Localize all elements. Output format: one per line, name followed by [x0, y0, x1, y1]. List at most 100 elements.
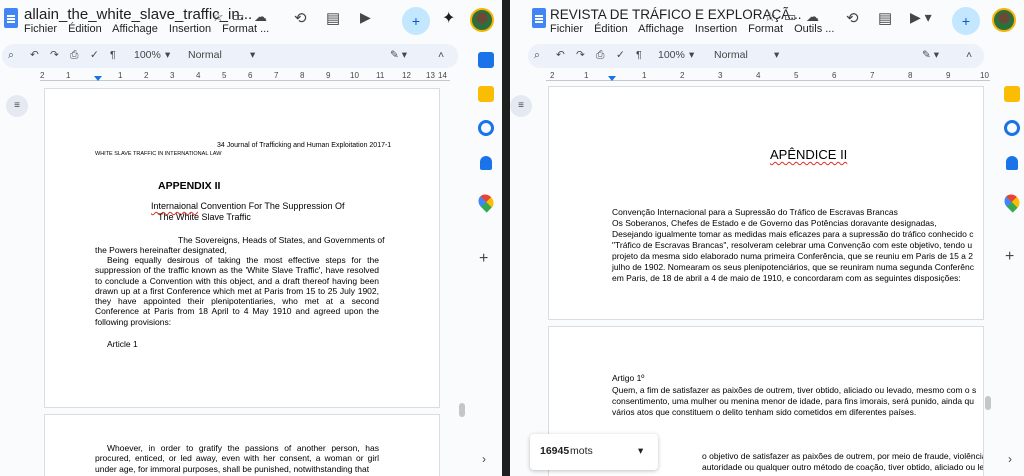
chevron-down-icon: ▾ — [165, 49, 171, 61]
expand-panel-icon[interactable]: › — [482, 452, 486, 466]
menu-fichier[interactable]: Fichier — [24, 23, 57, 35]
tasks-icon[interactable] — [1004, 120, 1020, 136]
paragraph-line: o objetivo de satisfazer as paixões de o… — [702, 451, 983, 461]
paragraph-line: The Sovereigns, Heads of States, and Gov… — [178, 235, 385, 245]
word-count-value: 16945 — [540, 445, 570, 457]
menu-affichage[interactable]: Affichage — [112, 23, 158, 35]
share-button[interactable]: + — [952, 7, 980, 35]
menu-edition[interactable]: Édition — [68, 23, 102, 35]
paragraph-line: Os Soberanos, Chefes de Estado e de Gove… — [612, 218, 937, 228]
docs-logo-icon[interactable] — [532, 8, 546, 28]
page-header-right: 34 Journal of Trafficking and Human Expl… — [217, 142, 392, 149]
outline-button[interactable]: ≡ — [6, 95, 28, 117]
collapse-toolbar-icon[interactable]: ˄ — [966, 49, 972, 61]
paint-format-icon[interactable]: ¶ — [636, 49, 642, 61]
print-icon[interactable]: ⎙ — [70, 49, 78, 62]
paragraph-line: vários atos que constituem o delito tenh… — [612, 407, 917, 417]
redo-icon[interactable]: ↷ — [576, 49, 585, 61]
contacts-icon[interactable] — [480, 156, 492, 170]
right-window: REVISTA DE TRÁFICO E EXPLORAÇÃ... ☆ ▭ ☁ … — [510, 0, 1024, 476]
outline-button[interactable]: ≡ — [510, 95, 532, 117]
left-toolbar: ⌕ ↶ ↷ ⎙ ✓ ¶ 100% ▾ Normal ▾ ✎ ▾ ˄ — [2, 44, 458, 68]
ruler[interactable]: 2 1 1 2 3 4 5 6 7 8 9 10 11 12 13 14 — [40, 71, 450, 82]
style-select[interactable]: Normal — [188, 49, 222, 61]
keep-icon[interactable] — [1004, 86, 1020, 102]
add-icon[interactable]: + — [479, 250, 488, 268]
docs-logo-icon[interactable] — [4, 8, 18, 28]
ruler[interactable]: 2 1 1 2 3 4 5 6 7 8 9 10 — [546, 71, 990, 82]
avatar[interactable] — [992, 8, 1016, 32]
menu-insertion[interactable]: Insertion — [169, 23, 211, 35]
paint-format-icon[interactable]: ¶ — [110, 49, 116, 61]
history-icon[interactable]: ⟲ — [846, 9, 859, 27]
meet-icon[interactable]: ▶ — [360, 9, 371, 26]
right-toolbar: ⌕ ↶ ↷ ⎙ ✓ ¶ 100% ▾ Normal ▾ ✎ ▾ ˄ — [528, 44, 984, 68]
chevron-down-icon: ▾ — [774, 49, 780, 61]
word-count-widget[interactable]: 16945 mots ▾ — [530, 434, 658, 470]
page[interactable]: Whoever, in order to gratify the passion… — [44, 414, 440, 476]
indent-marker-icon[interactable] — [608, 76, 616, 81]
tasks-icon[interactable] — [478, 120, 494, 136]
menu-fichier[interactable]: Fichier — [550, 23, 583, 35]
comment-icon[interactable]: ▤ — [878, 9, 892, 27]
zoom-select[interactable]: 100% — [658, 49, 685, 61]
paragraph-line: Convenção Internacional para a Supressão… — [612, 207, 898, 217]
contacts-icon[interactable] — [1006, 156, 1018, 170]
history-icon[interactable]: ⟲ — [294, 9, 307, 27]
print-icon[interactable]: ⎙ — [596, 49, 604, 62]
chevron-down-icon: ▾ — [250, 49, 256, 61]
convention-title-line2: The White Slave Traffic — [158, 212, 251, 222]
indent-marker-icon[interactable] — [94, 76, 102, 81]
collapse-toolbar-icon[interactable]: ˄ — [438, 49, 444, 61]
paragraph: Being equally desirous of taking the mos… — [95, 255, 379, 327]
calendar-icon[interactable] — [478, 52, 494, 68]
appendix-heading: APPENDIX II — [158, 180, 221, 192]
redo-icon[interactable]: ↷ — [50, 49, 59, 61]
spellcheck-icon[interactable]: ✓ — [90, 49, 99, 61]
add-icon[interactable]: + — [1005, 248, 1014, 266]
paragraph-line: Quem, a fim de satisfazer as paixões de … — [612, 385, 977, 395]
undo-icon[interactable]: ↶ — [30, 49, 39, 61]
chevron-down-icon: ▾ — [689, 49, 695, 61]
share-icon: + — [411, 13, 421, 29]
paragraph-line: em Paris, de 18 de abril a 4 de maio de … — [612, 273, 961, 283]
gemini-icon[interactable]: ✦ — [442, 8, 455, 28]
page[interactable]: 34 Journal of Trafficking and Human Expl… — [44, 88, 440, 408]
share-button[interactable]: + — [402, 7, 430, 35]
convention-title: Internaional Convention For The Suppress… — [151, 201, 345, 211]
menu-bar: Fichier Édition Affichage Insertion Form… — [550, 23, 842, 35]
page[interactable]: APÊNDICE II Convenção Internacional para… — [548, 86, 984, 320]
edit-icon[interactable]: ✎ ▾ — [390, 49, 407, 61]
style-select[interactable]: Normal — [714, 49, 748, 61]
maps-icon[interactable] — [1001, 191, 1023, 213]
menu-insertion[interactable]: Insertion — [695, 23, 737, 35]
menu-format[interactable]: Format — [748, 23, 783, 35]
page-header-left: WHITE SLAVE TRAFFIC IN INTERNATIONAL LAW — [95, 151, 222, 157]
maps-icon[interactable] — [475, 191, 497, 213]
split-divider[interactable] — [502, 0, 510, 476]
paragraph-line: julho de 1902. Nomearam os seus plenipot… — [612, 262, 974, 272]
menu-bar: Fichier Édition Affichage Insertion Form… — [24, 23, 277, 35]
meet-icon[interactable]: ▶ ▾ — [910, 9, 932, 26]
menu-edition[interactable]: Édition — [594, 23, 628, 35]
zoom-select[interactable]: 100% — [134, 49, 161, 61]
expand-panel-icon[interactable]: › — [1008, 452, 1012, 466]
spellcheck-icon[interactable]: ✓ — [616, 49, 625, 61]
scrollbar-thumb[interactable] — [985, 396, 991, 410]
menu-affichage[interactable]: Affichage — [638, 23, 684, 35]
menu-format[interactable]: Format ... — [222, 23, 269, 35]
search-icon[interactable]: ⌕ — [8, 49, 14, 62]
scrollbar-thumb[interactable] — [459, 403, 465, 417]
paragraph-line: Desejando igualmente tomar as medidas ma… — [612, 229, 974, 239]
keep-icon[interactable] — [478, 86, 494, 102]
edit-icon[interactable]: ✎ ▾ — [922, 49, 939, 61]
undo-icon[interactable]: ↶ — [556, 49, 565, 61]
menu-outils[interactable]: Outils ... — [794, 23, 834, 35]
search-icon[interactable]: ⌕ — [534, 49, 540, 62]
misspelled-word[interactable]: Internaional — [151, 201, 198, 211]
avatar[interactable] — [470, 8, 494, 32]
comment-icon[interactable]: ▤ — [326, 9, 340, 27]
chevron-down-icon[interactable]: ▾ — [638, 445, 643, 457]
left-titlebar: allain_the_white_slave_traffic_in... ☆ ▭… — [0, 0, 502, 44]
left-window: allain_the_white_slave_traffic_in... ☆ ▭… — [0, 0, 502, 476]
